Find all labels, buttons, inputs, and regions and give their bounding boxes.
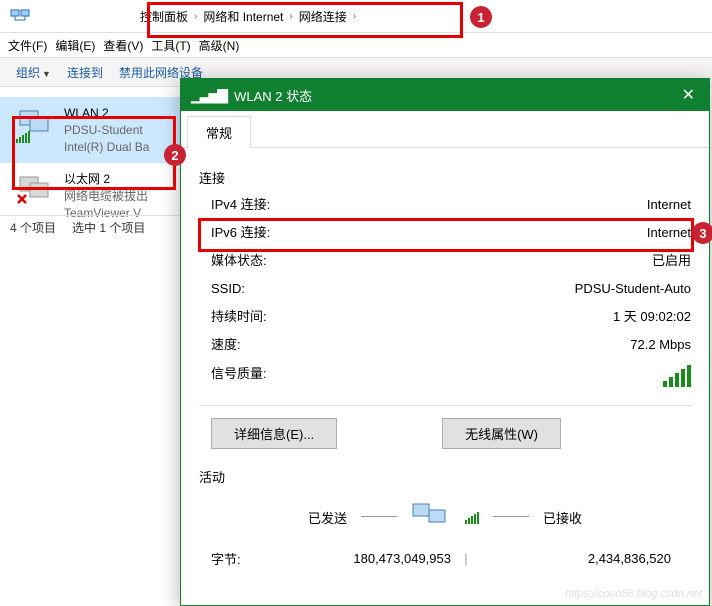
- divider: [199, 405, 691, 406]
- chevron-right-icon: ›: [194, 11, 197, 22]
- chevron-down-icon: ▼: [42, 69, 51, 79]
- connection-subtitle: PDSU-Student: [64, 122, 149, 139]
- network-location-icon: [8, 4, 32, 28]
- section-connection: 连接: [199, 168, 691, 187]
- signal-icon: ▁▃▅▇: [191, 87, 226, 104]
- connection-subtitle: 网络电缆被拔出: [64, 188, 148, 205]
- breadcrumb-item[interactable]: 网络和 Internet: [203, 8, 283, 25]
- value-ipv6: Internet: [647, 222, 691, 244]
- value-media: 已启用: [652, 250, 691, 272]
- label-ssid: SSID:: [211, 278, 245, 300]
- close-button[interactable]: ✕: [678, 85, 699, 105]
- details-button[interactable]: 详细信息(E)...: [211, 418, 337, 449]
- value-bytes-sent: 180,473,049,953: [291, 551, 451, 566]
- value-ipv4: Internet: [647, 194, 691, 216]
- selection-count: 选中 1 个项目: [72, 219, 145, 236]
- organize-button[interactable]: 组织▼: [8, 64, 59, 81]
- wifi-adapter-icon: [16, 105, 56, 145]
- dialog-title: WLAN 2 状态: [234, 86, 312, 105]
- breadcrumb-item[interactable]: 网络连接: [299, 8, 347, 25]
- item-count: 4 个项目: [10, 219, 56, 236]
- chevron-right-icon: ›: [289, 11, 292, 22]
- label-duration: 持续时间:: [211, 306, 267, 328]
- tab-strip: 常规: [181, 111, 709, 148]
- label-signal: 信号质量:: [211, 363, 267, 394]
- connection-title: WLAN 2: [64, 105, 149, 122]
- address-bar: 控制面板 › 网络和 Internet › 网络连接 ›: [0, 0, 712, 33]
- status-bar: 4 个项目 选中 1 个项目: [0, 215, 200, 240]
- tab-general[interactable]: 常规: [187, 116, 251, 148]
- menu-bar: 文件(F) 编辑(E) 查看(V) 工具(T) 高级(N): [0, 33, 712, 58]
- value-ssid: PDSU-Student-Auto: [575, 278, 691, 300]
- label-speed: 速度:: [211, 334, 241, 356]
- connect-to-button[interactable]: 连接到: [59, 64, 111, 81]
- breadcrumb-item[interactable]: 控制面板: [140, 8, 188, 25]
- menu-file[interactable]: 文件(F): [4, 37, 51, 54]
- activity-diagram: 已发送 已接收: [199, 500, 691, 535]
- dialog-body: 连接 IPv4 连接: Internet IPv6 连接: Internet 媒体状…: [181, 148, 709, 582]
- value-duration: 1 天 09:02:02: [613, 306, 691, 328]
- connection-title: 以太网 2: [64, 171, 148, 188]
- wlan-status-dialog: ▁▃▅▇ WLAN 2 状态 ✕ 常规 连接 IPv4 连接: Internet …: [180, 78, 710, 606]
- menu-view[interactable]: 查看(V): [99, 37, 147, 54]
- menu-tools[interactable]: 工具(T): [147, 37, 194, 54]
- chevron-right-icon: ›: [353, 11, 356, 22]
- connection-adapter: Intel(R) Dual Ba: [64, 139, 149, 156]
- value-speed: 72.2 Mbps: [630, 334, 691, 356]
- label-ipv4: IPv4 连接:: [211, 194, 270, 216]
- dialog-titlebar[interactable]: ▁▃▅▇ WLAN 2 状态 ✕: [181, 79, 709, 111]
- ethernet-adapter-icon: [16, 171, 56, 211]
- menu-advanced[interactable]: 高级(N): [195, 37, 244, 54]
- wireless-properties-button[interactable]: 无线属性(W): [442, 418, 561, 449]
- label-sent: 已发送: [308, 508, 347, 527]
- label-media: 媒体状态:: [211, 250, 267, 272]
- bytes-row: 字节: 180,473,049,953 | 2,434,836,520: [199, 549, 691, 568]
- signal-small-icon: [465, 510, 479, 524]
- value-bytes-recv: 2,434,836,520: [481, 551, 671, 566]
- label-ipv6: IPv6 连接:: [211, 222, 270, 244]
- label-received: 已接收: [543, 508, 582, 527]
- section-activity: 活动: [199, 467, 691, 486]
- network-monitors-icon: [411, 500, 451, 535]
- menu-edit[interactable]: 编辑(E): [51, 37, 99, 54]
- signal-bars-icon: [663, 363, 691, 394]
- breadcrumb[interactable]: 控制面板 › 网络和 Internet › 网络连接 ›: [132, 4, 370, 29]
- label-bytes: 字节:: [211, 549, 291, 568]
